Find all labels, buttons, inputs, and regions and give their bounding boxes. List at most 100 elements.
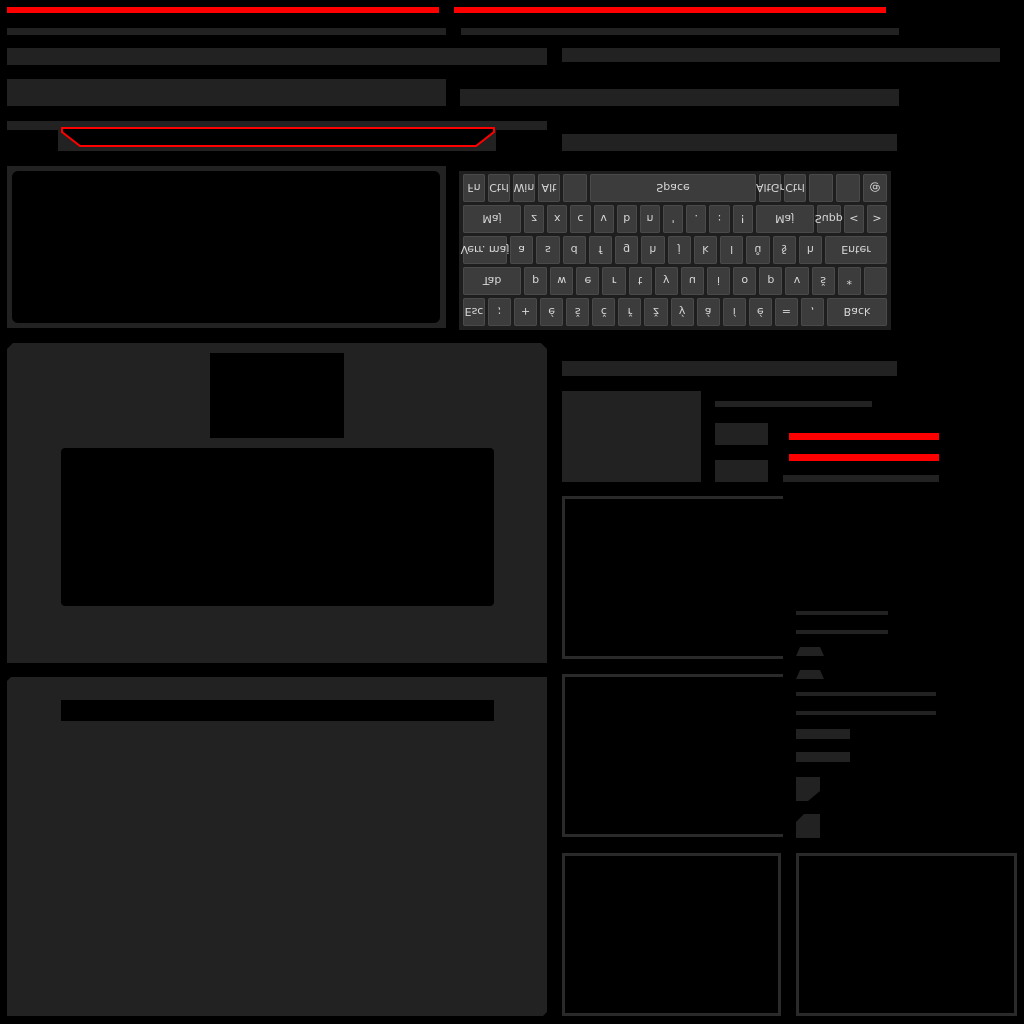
keyboard-key[interactable]: x	[547, 205, 568, 233]
mini-arrow-1	[796, 647, 824, 656]
keyboard-key[interactable]: č	[592, 298, 616, 326]
right-thumbnail	[562, 391, 701, 482]
keyboard-key[interactable]: Back	[827, 298, 888, 326]
keyboard-key[interactable]: Win	[513, 174, 535, 202]
keyboard-key[interactable]: @	[863, 174, 887, 202]
thin-bar-left	[7, 28, 446, 35]
mini-line-3	[796, 692, 936, 696]
keyboard-key[interactable]: >	[866, 205, 888, 233]
keyboard-key[interactable]	[863, 267, 887, 295]
keyboard-key[interactable]: y	[654, 267, 678, 295]
keyboard-key[interactable]: AltGr	[756, 174, 784, 202]
dialog-image-slot	[210, 353, 344, 438]
keyboard-key[interactable]: Ctrl	[488, 174, 510, 202]
left-outlined-panel-inner	[12, 171, 440, 323]
list-panel	[7, 677, 547, 1016]
top-red-bar-right	[454, 7, 886, 13]
progress-tab-outline	[61, 127, 495, 147]
keyboard-key[interactable]: g	[615, 236, 639, 264]
keyboard-key[interactable]: v	[593, 205, 614, 233]
keyboard-key[interactable]: Ctrl	[784, 174, 806, 202]
thin-bar-right	[461, 28, 899, 35]
keyboard-key[interactable]: =	[774, 298, 798, 326]
keyboard-key[interactable]: i	[706, 267, 731, 295]
keyboard-key[interactable]: o	[733, 267, 757, 295]
keyboard-key[interactable]: á	[696, 298, 720, 326]
keyboard-key[interactable]: é	[540, 298, 564, 326]
mini-box-1	[796, 729, 850, 739]
keyboard-key[interactable]: Maj	[463, 205, 521, 233]
keyboard-key[interactable]: Fn	[463, 174, 485, 202]
keyboard-key[interactable]: ,	[800, 298, 825, 326]
keyboard-key[interactable]: ž	[644, 298, 668, 326]
keyboard-key[interactable]: .	[686, 205, 707, 233]
keyboard-key[interactable]: p	[759, 267, 783, 295]
keyboard-key[interactable]: h	[641, 236, 665, 264]
keyboard-key[interactable]: t	[628, 267, 652, 295]
keyboard-key[interactable]: š	[566, 298, 590, 326]
keyboard-key[interactable]: h	[798, 236, 822, 264]
keyboard-key[interactable]: a	[510, 236, 534, 264]
keyboard-key[interactable]: f	[588, 236, 612, 264]
keyboard-key[interactable]	[809, 174, 833, 202]
dialog-content-area	[61, 448, 494, 606]
keyboard-row: Tab p w e r t y u i o p v š *	[463, 267, 887, 295]
keyboard-key[interactable]: r	[602, 267, 626, 295]
keyboard-key[interactable]: Enter	[825, 236, 887, 264]
frame-4	[796, 853, 1017, 1016]
keyboard-key[interactable]: ř	[618, 298, 642, 326]
right-red-bar-1	[789, 433, 939, 440]
keyboard-key[interactable]: ů	[746, 236, 770, 264]
keyboard-key[interactable]: b	[616, 205, 637, 233]
keyboard-key[interactable]: Alt	[538, 174, 560, 202]
keyboard-key[interactable]: j	[667, 236, 691, 264]
mini-line-2	[796, 630, 888, 634]
keyboard-key[interactable]: c	[570, 205, 591, 233]
keyboard-key[interactable]: š	[811, 267, 835, 295]
keyboard-key[interactable]: k	[693, 236, 717, 264]
keyboard-key[interactable]: ý	[670, 298, 694, 326]
keyboard-key[interactable]: w	[550, 267, 574, 295]
keyboard-key[interactable]	[563, 174, 587, 202]
keyboard-key[interactable]: l	[720, 236, 744, 264]
keyboard-key[interactable]: p	[524, 267, 548, 295]
keyboard-key[interactable]: s	[536, 236, 560, 264]
right-header-bar	[562, 361, 897, 376]
keyboard-key[interactable]	[836, 174, 860, 202]
keyboard-key[interactable]: d	[562, 236, 586, 264]
keyboard-key[interactable]: u	[680, 267, 704, 295]
keyboard-key[interactable]: n	[639, 205, 661, 233]
virtual-keyboard[interactable]: Esc; + é š č ř ž ý á í é =, Back Tab p w e r t y u i o p v š * Verr…	[459, 171, 891, 330]
keyboard-key[interactable]: <	[843, 205, 864, 233]
keyboard-key[interactable]: v	[785, 267, 809, 295]
keyboard-key[interactable]: Maj	[755, 205, 814, 233]
keyboard-row: Fn Ctrl Win Alt Space AltGr Ctrl @	[463, 174, 887, 202]
keyboard-key[interactable]: é	[748, 298, 772, 326]
keyboard-key[interactable]: e	[576, 267, 600, 295]
keyboard-key[interactable]: Supp	[815, 205, 843, 233]
frame-3	[562, 853, 781, 1016]
tall-bar-left	[7, 79, 446, 106]
keyboard-key[interactable]: í	[722, 298, 746, 326]
keyboard-key[interactable]: +	[514, 298, 538, 326]
list-panel-header-slot	[61, 700, 494, 721]
keyboard-key[interactable]: *	[837, 267, 861, 295]
keyboard-key[interactable]: ;	[488, 298, 512, 326]
keyboard-key[interactable]: z	[524, 205, 545, 233]
right-gray-bar	[783, 475, 939, 482]
mini-box-2	[796, 752, 850, 762]
keyboard-key[interactable]: Tab	[463, 267, 521, 295]
keyboard-key[interactable]: !	[732, 205, 753, 233]
tall-bar-right	[460, 89, 899, 106]
keyboard-row: Verr. maj a s d f g h j k l ů § h Enter	[461, 236, 887, 264]
wide-bar-left	[7, 48, 547, 65]
keyboard-key[interactable]: §	[772, 236, 796, 264]
right-small-box-1	[715, 423, 768, 445]
keyboard-key[interactable]: Verr. maj	[461, 236, 509, 264]
keyboard-key[interactable]: :	[709, 205, 730, 233]
keyboard-key[interactable]: '	[663, 205, 684, 233]
mini-tab-2	[796, 814, 820, 838]
mini-tab-1	[796, 777, 820, 801]
keyboard-key[interactable]: Space	[590, 174, 756, 202]
keyboard-key[interactable]: Esc	[463, 298, 485, 326]
